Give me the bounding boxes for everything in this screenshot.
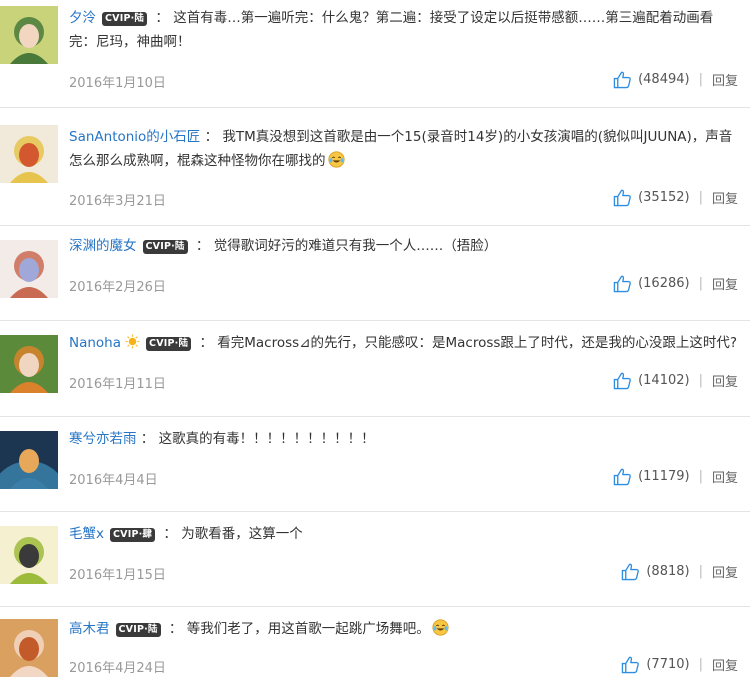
reply-button[interactable]: 回复 bbox=[712, 371, 738, 390]
colon-separator: ： bbox=[136, 431, 159, 447]
comment-item: 夕泠 CVIP·陆 ： 这首有毒…第一遍听完：什么鬼？第二遍：接受了设定以后挺带感… bbox=[0, 0, 750, 108]
vip-badge: CVIP·陆 bbox=[102, 12, 148, 26]
thumbs-up-icon bbox=[613, 372, 631, 390]
username-link[interactable]: Nanoha bbox=[69, 335, 121, 351]
like-count: (48494) bbox=[638, 72, 690, 87]
like-count: (16286) bbox=[638, 276, 690, 291]
comment-body: 毛蟹x CVIP·肆 ： 为歌看番，这算一个 bbox=[69, 522, 740, 546]
comment-actions: (14102) | 回复 bbox=[613, 371, 738, 390]
username-link[interactable]: 高木君 bbox=[69, 621, 110, 637]
like-button[interactable]: (16286) bbox=[613, 274, 690, 293]
avatar[interactable] bbox=[0, 526, 58, 584]
vip-badge: CVIP·陆 bbox=[115, 623, 161, 637]
reply-button[interactable]: 回复 bbox=[712, 562, 738, 581]
vip-badge: CVIP·陆 bbox=[142, 240, 188, 254]
colon-separator: ： bbox=[151, 10, 174, 26]
comment-item: SanAntonio的小石匠 ： 我TM真没想到这首歌是由一个15(录音时14岁… bbox=[0, 108, 750, 226]
thumbs-up-icon bbox=[613, 189, 631, 207]
like-button[interactable]: (8818) bbox=[621, 562, 690, 581]
divider: | bbox=[698, 564, 703, 579]
divider: | bbox=[698, 276, 703, 291]
avatar[interactable] bbox=[0, 240, 58, 298]
comment-body: Nanoha CVIP·陆 ： 看完Macross⊿的先行，只能感叹：是Macr… bbox=[69, 331, 740, 355]
comment-item: 深渊的魔女 CVIP·陆 ： 觉得歌词好污的难道只有我一个人……（捂脸） 2016… bbox=[0, 226, 750, 321]
comment-text: 为歌看番，这算一个 bbox=[181, 526, 303, 542]
comment-date: 2016年4月4日 bbox=[69, 473, 158, 488]
divider: | bbox=[698, 72, 703, 87]
username-link[interactable]: 寒兮亦若雨 bbox=[69, 431, 137, 447]
reply-button[interactable]: 回复 bbox=[712, 655, 738, 674]
like-count: (7710) bbox=[646, 657, 690, 672]
reply-button[interactable]: 回复 bbox=[712, 70, 738, 89]
like-count: (35152) bbox=[638, 190, 690, 205]
like-count: (14102) bbox=[638, 373, 690, 388]
comment-date: 2016年1月11日 bbox=[69, 377, 166, 392]
thumbs-up-icon bbox=[613, 71, 631, 89]
divider: | bbox=[698, 657, 703, 672]
like-count: (8818) bbox=[646, 564, 690, 579]
avatar[interactable] bbox=[0, 431, 58, 489]
thumbs-up-icon bbox=[613, 468, 631, 486]
comment-date: 2016年1月10日 bbox=[69, 76, 166, 91]
comment-date: 2016年4月24日 bbox=[69, 661, 166, 676]
vip-badge: CVIP·陆 bbox=[146, 337, 192, 351]
avatar[interactable] bbox=[0, 335, 58, 393]
laughing-tears-emoji bbox=[432, 619, 449, 636]
thumbs-up-icon bbox=[622, 656, 640, 674]
comment-body: 高木君 CVIP·陆 ： 等我们老了，用这首歌一起跳广场舞吧。 bbox=[69, 617, 740, 641]
reply-button[interactable]: 回复 bbox=[712, 274, 738, 293]
comment-actions: (35152) | 回复 bbox=[613, 188, 738, 207]
sun-badge-icon bbox=[125, 334, 140, 349]
avatar[interactable] bbox=[0, 619, 58, 677]
comment-text: 等我们老了，用这首歌一起跳广场舞吧。 bbox=[186, 621, 430, 637]
comment-body: 深渊的魔女 CVIP·陆 ： 觉得歌词好污的难道只有我一个人……（捂脸） bbox=[69, 234, 740, 258]
like-button[interactable]: (14102) bbox=[613, 371, 690, 390]
comment-item: 寒兮亦若雨 ： 这歌真的有毒！！！！！！！！！！ 2016年4月4日 (1117… bbox=[0, 417, 750, 512]
username-link[interactable]: 深渊的魔女 bbox=[69, 238, 137, 254]
reply-button[interactable]: 回复 bbox=[712, 188, 738, 207]
avatar[interactable] bbox=[0, 6, 58, 64]
comment-body: 夕泠 CVIP·陆 ： 这首有毒…第一遍听完：什么鬼？第二遍：接受了设定以后挺带感… bbox=[69, 6, 740, 54]
divider: | bbox=[698, 190, 703, 205]
colon-separator: ： bbox=[159, 526, 182, 542]
colon-separator: ： bbox=[164, 621, 187, 637]
comment-item: 高木君 CVIP·陆 ： 等我们老了，用这首歌一起跳广场舞吧。 2016年4月24… bbox=[0, 607, 750, 682]
comment-body: 寒兮亦若雨 ： 这歌真的有毒！！！！！！！！！！ bbox=[69, 427, 740, 451]
username-link[interactable]: 毛蟹x bbox=[69, 526, 104, 542]
avatar[interactable] bbox=[0, 125, 58, 183]
comment-date: 2016年1月15日 bbox=[69, 568, 166, 583]
reply-button[interactable]: 回复 bbox=[712, 467, 738, 486]
comment-actions: (11179) | 回复 bbox=[613, 467, 738, 486]
comment-item: Nanoha CVIP·陆 ： 看完Macross⊿的先行，只能感叹：是Macr… bbox=[0, 321, 750, 417]
comment-item: 毛蟹x CVIP·肆 ： 为歌看番，这算一个 2016年1月15日 (8818) … bbox=[0, 512, 750, 607]
divider: | bbox=[698, 469, 703, 484]
comment-actions: (7710) | 回复 bbox=[621, 655, 738, 674]
comment-date: 2016年2月26日 bbox=[69, 280, 166, 295]
comment-actions: (8818) | 回复 bbox=[621, 562, 738, 581]
thumbs-up-icon bbox=[613, 275, 631, 293]
username-link[interactable]: 夕泠 bbox=[69, 10, 96, 26]
vip-badge: CVIP·肆 bbox=[110, 528, 156, 542]
comment-date: 2016年3月21日 bbox=[69, 194, 166, 209]
laughing-tears-emoji bbox=[327, 151, 345, 168]
like-count: (11179) bbox=[638, 469, 690, 484]
username-link[interactable]: SanAntonio的小石匠 bbox=[69, 129, 200, 145]
like-button[interactable]: (11179) bbox=[613, 467, 690, 486]
thumbs-up-icon bbox=[622, 563, 640, 581]
colon-separator: ： bbox=[200, 129, 223, 145]
comment-text: 觉得歌词好污的难道只有我一个人……（捂脸） bbox=[213, 238, 498, 254]
divider: | bbox=[698, 373, 703, 388]
colon-separator: ： bbox=[195, 335, 218, 351]
like-button[interactable]: (7710) bbox=[621, 655, 690, 674]
like-button[interactable]: (35152) bbox=[613, 188, 690, 207]
comment-actions: (16286) | 回复 bbox=[613, 274, 738, 293]
comment-actions: (48494) | 回复 bbox=[613, 70, 738, 89]
comment-body: SanAntonio的小石匠 ： 我TM真没想到这首歌是由一个15(录音时14岁… bbox=[69, 125, 740, 173]
like-button[interactable]: (48494) bbox=[613, 70, 690, 89]
comment-text: 这歌真的有毒！！！！！！！！！！ bbox=[158, 431, 375, 447]
comment-text: 看完Macross⊿的先行，只能感叹：是Macross跟上了时代，还是我的心没跟… bbox=[217, 335, 738, 351]
colon-separator: ： bbox=[191, 238, 214, 254]
